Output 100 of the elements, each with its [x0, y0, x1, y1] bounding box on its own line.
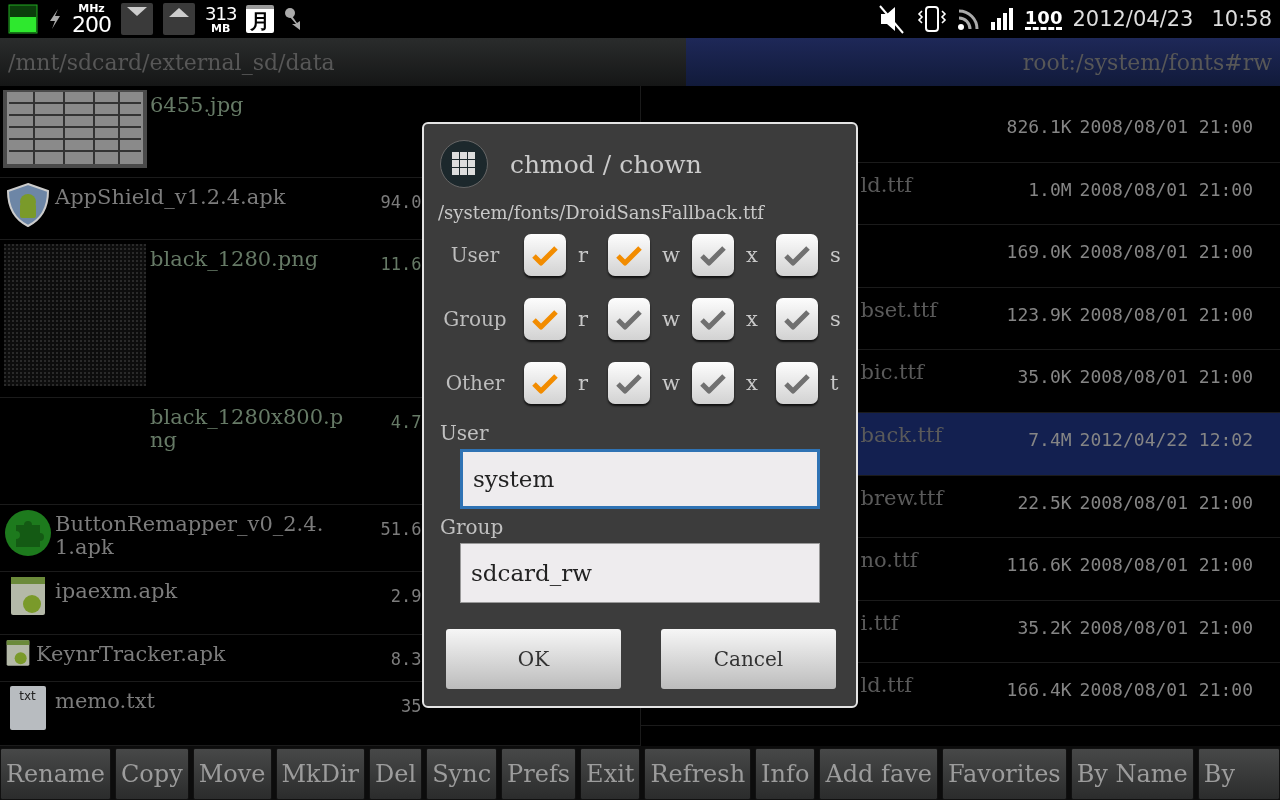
checkbox[interactable]	[776, 298, 818, 340]
file-date: 2008/08/01 21:00	[1079, 302, 1253, 325]
file-name: bset.ttf	[860, 297, 937, 322]
file-name: 6455.jpg	[150, 92, 245, 118]
permission-letter: s	[830, 243, 841, 267]
field-label: User	[439, 421, 490, 445]
file-size: 51.6	[380, 518, 422, 539]
input-field[interactable]: system	[460, 449, 820, 509]
memory-value: 313	[205, 4, 237, 23]
field-label: Group	[439, 515, 505, 539]
file-date: 2012/04/22 12:02	[1079, 427, 1253, 450]
shield-icon	[5, 182, 50, 228]
toolbar-button[interactable]: By Name	[1070, 748, 1194, 800]
check-icon	[782, 371, 812, 395]
status-date: 2012/04/23	[1072, 7, 1194, 31]
upload-notification-icon	[163, 3, 195, 35]
pin-icon	[284, 7, 303, 31]
check-icon	[614, 243, 644, 267]
checkbox[interactable]	[608, 234, 650, 276]
checkbox[interactable]	[608, 362, 650, 404]
file-size: 7.4M	[1028, 427, 1072, 450]
file-name: ld.ttf	[860, 172, 912, 197]
file-name: black_1280x800.png	[150, 404, 345, 453]
file-size: 11.6	[380, 253, 422, 274]
toolbar-button[interactable]: Copy	[115, 748, 189, 800]
clock-unit: MHz	[78, 2, 105, 14]
input-field[interactable]: sdcard_rw	[460, 543, 820, 603]
toolbar-button[interactable]: Move	[192, 748, 272, 800]
permission-letter: s	[830, 307, 841, 331]
file-name: i.ttf	[860, 610, 899, 635]
file-size: 166.4K	[1006, 678, 1072, 701]
path-text: /mnt/sdcard/external_sd/data	[8, 49, 335, 75]
toolbar-button[interactable]: Info	[755, 748, 816, 800]
file-name: brew.ttf	[860, 485, 944, 510]
toolbar-button[interactable]: Favorites	[942, 748, 1067, 800]
permission-letter: t	[830, 371, 839, 395]
checkbox[interactable]	[524, 362, 566, 404]
file-size: 35.0K	[1017, 365, 1072, 388]
check-icon	[698, 307, 728, 331]
android-icon	[9, 576, 46, 616]
permission-label: Other	[444, 371, 506, 395]
file-size: 22.5K	[1017, 490, 1072, 513]
toolbar-button[interactable]: Refresh	[644, 748, 752, 800]
file-date: 2008/08/01 21:00	[1079, 678, 1253, 701]
checkbox[interactable]	[524, 234, 566, 276]
clock-value: 200	[72, 13, 111, 36]
check-icon	[614, 371, 644, 395]
check-icon	[698, 371, 728, 395]
file-size: 94.0	[380, 191, 422, 212]
ok-button[interactable]: OK	[446, 629, 621, 689]
download-notification-icon	[121, 3, 153, 35]
calendar-icon: 月	[246, 5, 275, 33]
toolbar-button[interactable]: MkDir	[275, 748, 366, 800]
file-name: memo.txt	[55, 688, 156, 714]
checkbox[interactable]	[608, 298, 650, 340]
file-date: 2008/08/01 21:00	[1079, 177, 1253, 200]
toolbar-button[interactable]: Del	[369, 748, 423, 800]
rss-icon	[956, 7, 981, 31]
checkbox[interactable]	[692, 234, 734, 276]
file-size: 2.9	[390, 585, 422, 606]
grid-icon	[440, 140, 488, 188]
toolbar-button[interactable]: Rename	[0, 748, 111, 800]
file-size: 1.0M	[1028, 177, 1072, 200]
file-name: ButtonRemapper_v0_2.4.1.apk	[55, 511, 325, 560]
check-icon	[530, 371, 560, 395]
permission-label: Group	[442, 307, 508, 331]
cancel-button[interactable]: Cancel	[661, 629, 836, 689]
permission-letter: r	[578, 307, 589, 331]
file-size: 169.0K	[1006, 240, 1072, 263]
check-icon	[782, 307, 812, 331]
checkbox[interactable]	[692, 362, 734, 404]
permission-letter: x	[746, 243, 758, 267]
file-date: 2008/08/01 21:00	[1079, 615, 1253, 638]
toolbar-button[interactable]: Add fave	[819, 748, 938, 800]
bolt-icon	[48, 8, 62, 30]
file-name: back.ttf	[860, 422, 943, 447]
checkbox[interactable]	[524, 298, 566, 340]
permission-label: User	[449, 243, 501, 267]
path-bar[interactable]: root:/system/fonts#rw	[686, 38, 1280, 86]
battery-level: 100	[1024, 8, 1063, 30]
toolbar-button[interactable]: Exit	[580, 748, 641, 800]
permission-letter: r	[578, 371, 589, 395]
signal-icon	[990, 8, 1015, 30]
file-date: 2008/08/01 21:00	[1079, 365, 1253, 388]
checkbox[interactable]	[776, 362, 818, 404]
checkbox[interactable]	[776, 234, 818, 276]
toolbar-button[interactable]: Sync	[426, 748, 498, 800]
path-bar[interactable]: /mnt/sdcard/external_sd/data	[0, 38, 686, 86]
permission-letter: r	[578, 243, 589, 267]
check-icon	[530, 307, 560, 331]
file-size: 35	[401, 695, 422, 716]
toolbar-button[interactable]: Prefs	[501, 748, 577, 800]
checkbox[interactable]	[692, 298, 734, 340]
file-name: KeynrTracker.apk	[36, 641, 227, 667]
toolbar-button[interactable]: By	[1197, 748, 1280, 800]
file-size: 826.1K	[1006, 115, 1072, 137]
file-date: 2008/08/01 21:00	[1079, 240, 1253, 263]
check-icon	[614, 307, 644, 331]
file-name: no.ttf	[860, 548, 918, 573]
file-size: 8.3	[390, 648, 422, 669]
